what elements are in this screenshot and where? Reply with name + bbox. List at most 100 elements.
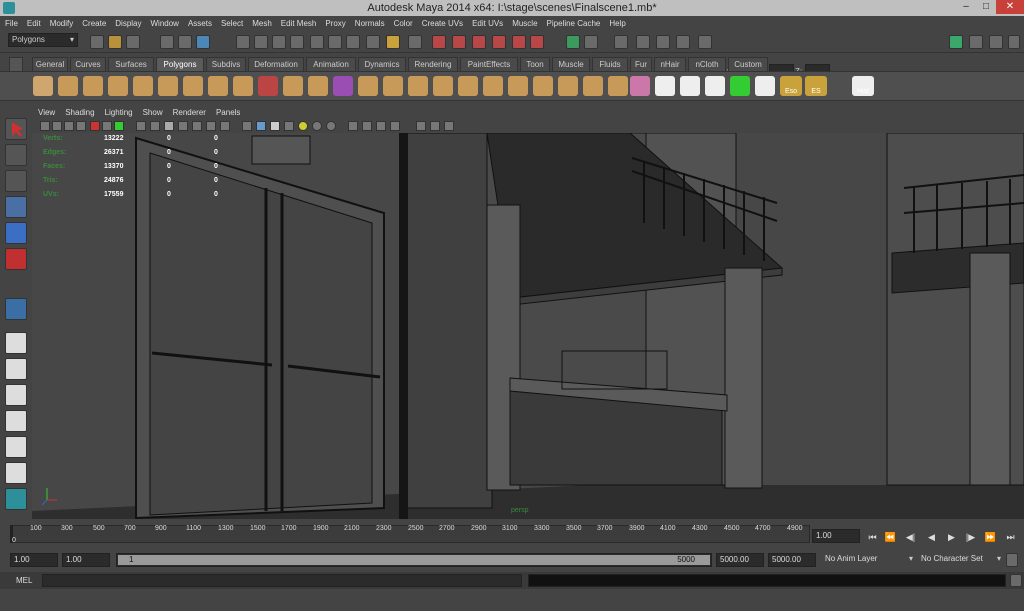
tab-general[interactable]: General bbox=[32, 57, 68, 71]
layer-editor-icon[interactable] bbox=[1008, 35, 1020, 49]
render-layout-icon[interactable] bbox=[5, 462, 27, 484]
poly-torus-icon[interactable] bbox=[158, 76, 178, 96]
tab-curves[interactable]: Curves bbox=[70, 57, 106, 71]
attribute-editor-icon[interactable] bbox=[969, 35, 983, 49]
script-editor-icon[interactable] bbox=[1010, 574, 1022, 587]
menu-edit-uvs[interactable]: Edit UVs bbox=[472, 19, 503, 28]
panel-icon[interactable] bbox=[656, 35, 670, 49]
construction-icon[interactable] bbox=[346, 35, 360, 49]
cylindrical-uv-icon[interactable] bbox=[680, 76, 700, 96]
question-icon[interactable] bbox=[366, 35, 380, 49]
select-component-icon[interactable] bbox=[196, 35, 210, 49]
image-plane-icon[interactable] bbox=[76, 121, 86, 131]
new-scene-icon[interactable] bbox=[90, 35, 104, 49]
snap-grid-icon[interactable] bbox=[236, 35, 250, 49]
go-to-start-button[interactable]: ⏮ bbox=[866, 531, 879, 543]
poly-pyramid-icon[interactable] bbox=[208, 76, 228, 96]
magnet-icon[interactable] bbox=[408, 35, 422, 49]
tool-settings-icon[interactable] bbox=[989, 35, 1003, 49]
tab-polygons[interactable]: Polygons bbox=[156, 57, 204, 71]
mental-ray-icon[interactable] bbox=[530, 35, 544, 49]
auto-key-icon[interactable] bbox=[1006, 553, 1018, 567]
text-icon[interactable] bbox=[220, 121, 230, 131]
show-manipulator-icon[interactable] bbox=[5, 298, 27, 320]
poly-plane-icon[interactable] bbox=[133, 76, 153, 96]
planar-uv-icon[interactable] bbox=[655, 76, 675, 96]
playback-start-field[interactable]: 1.00 bbox=[62, 553, 110, 567]
safe-title-icon[interactable] bbox=[178, 121, 188, 131]
snap-point-icon[interactable] bbox=[272, 35, 286, 49]
move-tool-icon[interactable] bbox=[5, 196, 27, 218]
bridge-icon[interactable] bbox=[383, 76, 403, 96]
viewport-menu-panels[interactable]: Panels bbox=[216, 108, 240, 117]
tab-painteffects[interactable]: PaintEffects bbox=[460, 57, 518, 71]
step-back-key-button[interactable]: ⏪ bbox=[884, 531, 897, 543]
tab-dynamics[interactable]: Dynamics bbox=[358, 57, 406, 71]
grid-icon[interactable] bbox=[90, 121, 100, 131]
current-time-field[interactable]: 1.00 bbox=[812, 529, 860, 543]
tab-animation[interactable]: Animation bbox=[306, 57, 356, 71]
rotate-tool-icon[interactable] bbox=[5, 222, 27, 244]
reduce-icon[interactable] bbox=[608, 76, 628, 96]
perspective-viewport[interactable]: Verts: 13222 0 0 Edges: 26371 0 0 Faces:… bbox=[32, 133, 1024, 519]
combine-icon[interactable] bbox=[258, 76, 278, 96]
film-gate-icon[interactable] bbox=[102, 121, 112, 131]
tab-fluids[interactable]: Fluids bbox=[592, 57, 628, 71]
select-object-icon[interactable] bbox=[178, 35, 192, 49]
menu-display[interactable]: Display bbox=[115, 19, 141, 28]
camera-attributes-icon[interactable] bbox=[52, 121, 62, 131]
hypershade-icon[interactable] bbox=[492, 35, 506, 49]
xray-icon[interactable] bbox=[390, 121, 400, 131]
viewport-menu-renderer[interactable]: Renderer bbox=[173, 108, 206, 117]
poly-sphere-icon[interactable] bbox=[33, 76, 53, 96]
tab-deformation[interactable]: Deformation bbox=[248, 57, 304, 71]
smooth-icon[interactable] bbox=[308, 76, 328, 96]
append-icon[interactable] bbox=[408, 76, 428, 96]
hud-icon[interactable] bbox=[416, 121, 426, 131]
menu-pipeline-cache[interactable]: Pipeline Cache bbox=[547, 19, 601, 28]
play-backwards-button[interactable]: ◀ bbox=[925, 531, 938, 543]
menu-proxy[interactable]: Proxy bbox=[325, 19, 345, 28]
tab-rendering[interactable]: Rendering bbox=[408, 57, 458, 71]
extrude-icon[interactable] bbox=[358, 76, 378, 96]
channel-box-icon[interactable] bbox=[949, 35, 963, 49]
collapse-icon[interactable] bbox=[558, 76, 578, 96]
menu-edit[interactable]: Edit bbox=[27, 19, 41, 28]
snap-curve-icon[interactable] bbox=[254, 35, 268, 49]
tab-surfaces[interactable]: Surfaces bbox=[108, 57, 154, 71]
viewport-menu-view[interactable]: View bbox=[38, 108, 55, 117]
ambient-occlusion-icon[interactable] bbox=[326, 121, 336, 131]
motion-blur-icon[interactable] bbox=[348, 121, 358, 131]
range-slider[interactable]: 1 5000 bbox=[116, 553, 712, 567]
resolution-gate-icon[interactable] bbox=[114, 121, 124, 131]
smooth-shade-icon[interactable] bbox=[206, 121, 216, 131]
automatic-uv-icon[interactable] bbox=[730, 76, 750, 96]
anti-aliasing-icon[interactable] bbox=[362, 121, 372, 131]
delete-edge-icon[interactable] bbox=[533, 76, 553, 96]
start-time-field[interactable]: 1.00 bbox=[10, 553, 58, 567]
menu-help[interactable]: Help bbox=[609, 19, 625, 28]
hypershade-layout-icon[interactable] bbox=[5, 436, 27, 458]
snap-live-icon[interactable] bbox=[310, 35, 324, 49]
sculpt-icon[interactable] bbox=[630, 76, 650, 96]
tab-custom[interactable]: Custom bbox=[728, 57, 768, 71]
split-icon[interactable] bbox=[433, 76, 453, 96]
depth-of-field-icon[interactable] bbox=[376, 121, 386, 131]
tab-ncloth[interactable]: nCloth bbox=[688, 57, 726, 71]
layout-icon[interactable] bbox=[636, 35, 650, 49]
step-back-frame-button[interactable]: ◀| bbox=[904, 531, 917, 543]
insert-edge-loop-icon[interactable] bbox=[458, 76, 478, 96]
gate-mask-icon[interactable] bbox=[136, 121, 146, 131]
menu-set-dropdown[interactable]: Polygons ▾ bbox=[8, 33, 78, 47]
menu-assets[interactable]: Assets bbox=[188, 19, 212, 28]
field-chart-icon[interactable] bbox=[150, 121, 160, 131]
use-default-material-icon[interactable] bbox=[284, 121, 294, 131]
snap-plane-icon[interactable] bbox=[290, 35, 304, 49]
boolean-icon[interactable] bbox=[333, 76, 353, 96]
menu-create-uvs[interactable]: Create UVs bbox=[422, 19, 463, 28]
shadows-icon[interactable] bbox=[312, 121, 322, 131]
isolate-select-icon[interactable] bbox=[242, 121, 252, 131]
character-set-dropdown[interactable]: No Character Set bbox=[918, 553, 1002, 567]
all-lights-icon[interactable] bbox=[298, 121, 308, 131]
merge-icon[interactable] bbox=[508, 76, 528, 96]
